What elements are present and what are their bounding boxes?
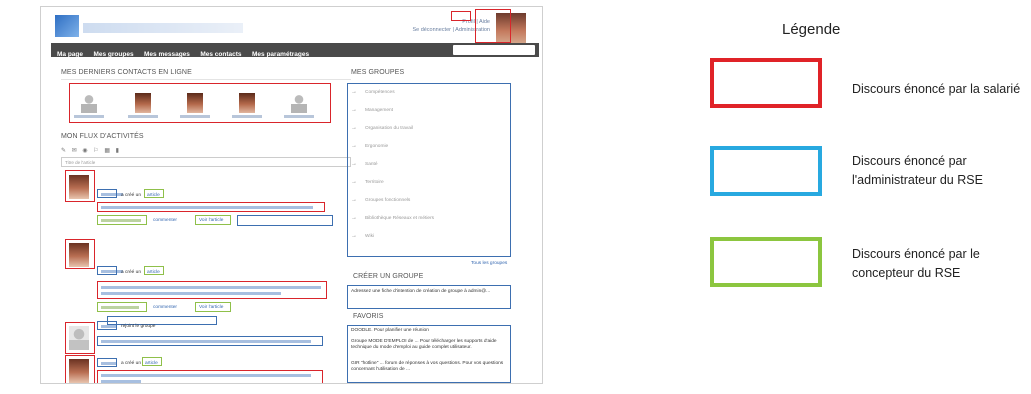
toolbar-icons[interactable]: ✎ ✉ ◉ ⚐ ▦ ▮	[61, 147, 121, 154]
feed-action: a créé un	[121, 193, 142, 198]
arrow-icon: →	[351, 107, 357, 113]
legend-swatch-blue	[710, 146, 822, 196]
annotation-blue	[97, 358, 117, 367]
legend-label-red: Discours énoncé par la salarié	[852, 82, 1021, 96]
annotation-green	[144, 266, 164, 275]
arrow-icon: →	[351, 197, 357, 203]
annotation-blue	[237, 215, 333, 226]
legend-title: Légende	[782, 21, 841, 38]
annotation-red-profile-link	[451, 11, 471, 21]
annotation-green	[195, 302, 231, 312]
comment-link[interactable]: commenter	[153, 218, 177, 223]
annotation-red-feed-content	[97, 370, 323, 383]
annotation-blue	[97, 336, 323, 346]
annotation-red-feed-content	[97, 202, 325, 212]
favorite-mode-emploi[interactable]: Groupe MODE D'EMPLOI de ... Pour télécha…	[351, 339, 505, 351]
favorite-hotline[interactable]: GIR "hotline" ... forum de réponses à vo…	[351, 361, 505, 373]
contact-name[interactable]	[74, 115, 104, 118]
arrow-icon: →	[351, 89, 357, 95]
legend-label-green: Discours énoncé par le concepteur du RSE	[852, 247, 980, 280]
activity-heading: MON FLUX D'ACTIVITÉS	[61, 133, 144, 140]
arrow-icon: →	[351, 179, 357, 185]
feed-action: a créé un	[121, 270, 142, 275]
annotation-blue	[97, 266, 117, 275]
divider	[61, 79, 351, 80]
search-input[interactable]	[453, 45, 535, 55]
annotation-green	[97, 215, 147, 225]
all-groups-link[interactable]: Tous les groupes	[471, 261, 507, 266]
annotation-red-avatar	[475, 9, 511, 43]
nav-my-page[interactable]: Ma page	[57, 48, 83, 62]
annotation-green	[195, 215, 231, 225]
comment-link[interactable]: commenter	[153, 305, 177, 310]
arrow-icon: →	[351, 125, 357, 131]
nav-my-settings[interactable]: Mes paramétrages	[252, 48, 309, 62]
group-item[interactable]: Ergonomie	[365, 144, 388, 149]
contact-name[interactable]	[232, 115, 262, 118]
nav-my-messages[interactable]: Mes messages	[144, 48, 190, 62]
annotation-red-feed-avatar	[65, 239, 95, 269]
group-item[interactable]: Organisation du travail	[365, 126, 413, 131]
arrow-icon: →	[351, 161, 357, 167]
annotation-green	[144, 189, 164, 198]
nav-my-contacts[interactable]: Mes contacts	[200, 48, 241, 62]
legend-swatch-red	[710, 58, 822, 108]
group-item[interactable]: Wiki	[365, 234, 374, 239]
legend-label-blue: Discours énoncé par l'administrateur du …	[852, 154, 983, 187]
contact-name[interactable]	[128, 115, 158, 118]
create-group-text: Adressez une fiche d'intention de créati…	[351, 289, 491, 294]
main-nav: Ma page Mes groupes Mes messages Mes con…	[51, 43, 539, 58]
nav-my-groups[interactable]: Mes groupes	[93, 48, 133, 62]
annotation-red-feed-content	[97, 281, 327, 299]
group-item[interactable]: Management	[365, 108, 393, 113]
contact-avatar[interactable]	[81, 93, 97, 113]
favorites-heading: FAVORIS	[353, 313, 384, 320]
annotation-red-feed-avatar	[65, 322, 95, 354]
group-item[interactable]: Bibliothèque Réseaux et métiers	[365, 216, 434, 221]
contact-avatar[interactable]	[239, 93, 255, 113]
arrow-icon: →	[351, 215, 357, 221]
site-name-blurred	[83, 23, 243, 33]
group-item[interactable]: Santé	[365, 162, 378, 167]
site-logo	[55, 15, 79, 37]
group-item[interactable]: Territoire	[365, 180, 384, 185]
create-group-heading: CRÉER UN GROUPE	[353, 273, 424, 280]
annotation-blue	[97, 189, 117, 198]
annotation-red-feed-avatar	[65, 355, 95, 383]
group-item[interactable]: Groupes fonctionnels	[365, 198, 410, 203]
annotation-green	[97, 302, 147, 312]
feed-action: a créé un	[121, 361, 142, 366]
arrow-icon: →	[351, 233, 357, 239]
group-item[interactable]: Compétences	[365, 90, 395, 95]
contact-name[interactable]	[180, 115, 210, 118]
contacts-heading: MES DERNIERS CONTACTS EN LIGNE	[61, 69, 192, 76]
legend-swatch-green	[710, 237, 822, 287]
contact-avatar[interactable]	[291, 93, 307, 113]
annotation-green	[142, 357, 162, 366]
rse-screenshot: Profil | Aide Se déconnecter | Administr…	[40, 6, 543, 384]
contact-avatar[interactable]	[135, 93, 151, 113]
arrow-icon: →	[351, 143, 357, 149]
contact-name[interactable]	[284, 115, 314, 118]
contact-avatar[interactable]	[187, 93, 203, 113]
feed-action: rejoint le groupe	[121, 324, 156, 329]
favorite-doodle[interactable]: DOODLE. Pour planifier une réunion	[351, 328, 505, 334]
groups-heading: MES GROUPES	[351, 69, 405, 76]
article-title-input[interactable]: Titre de l'article	[61, 157, 351, 167]
annotation-blue	[97, 321, 117, 330]
annotation-red-feed-avatar	[65, 170, 95, 202]
